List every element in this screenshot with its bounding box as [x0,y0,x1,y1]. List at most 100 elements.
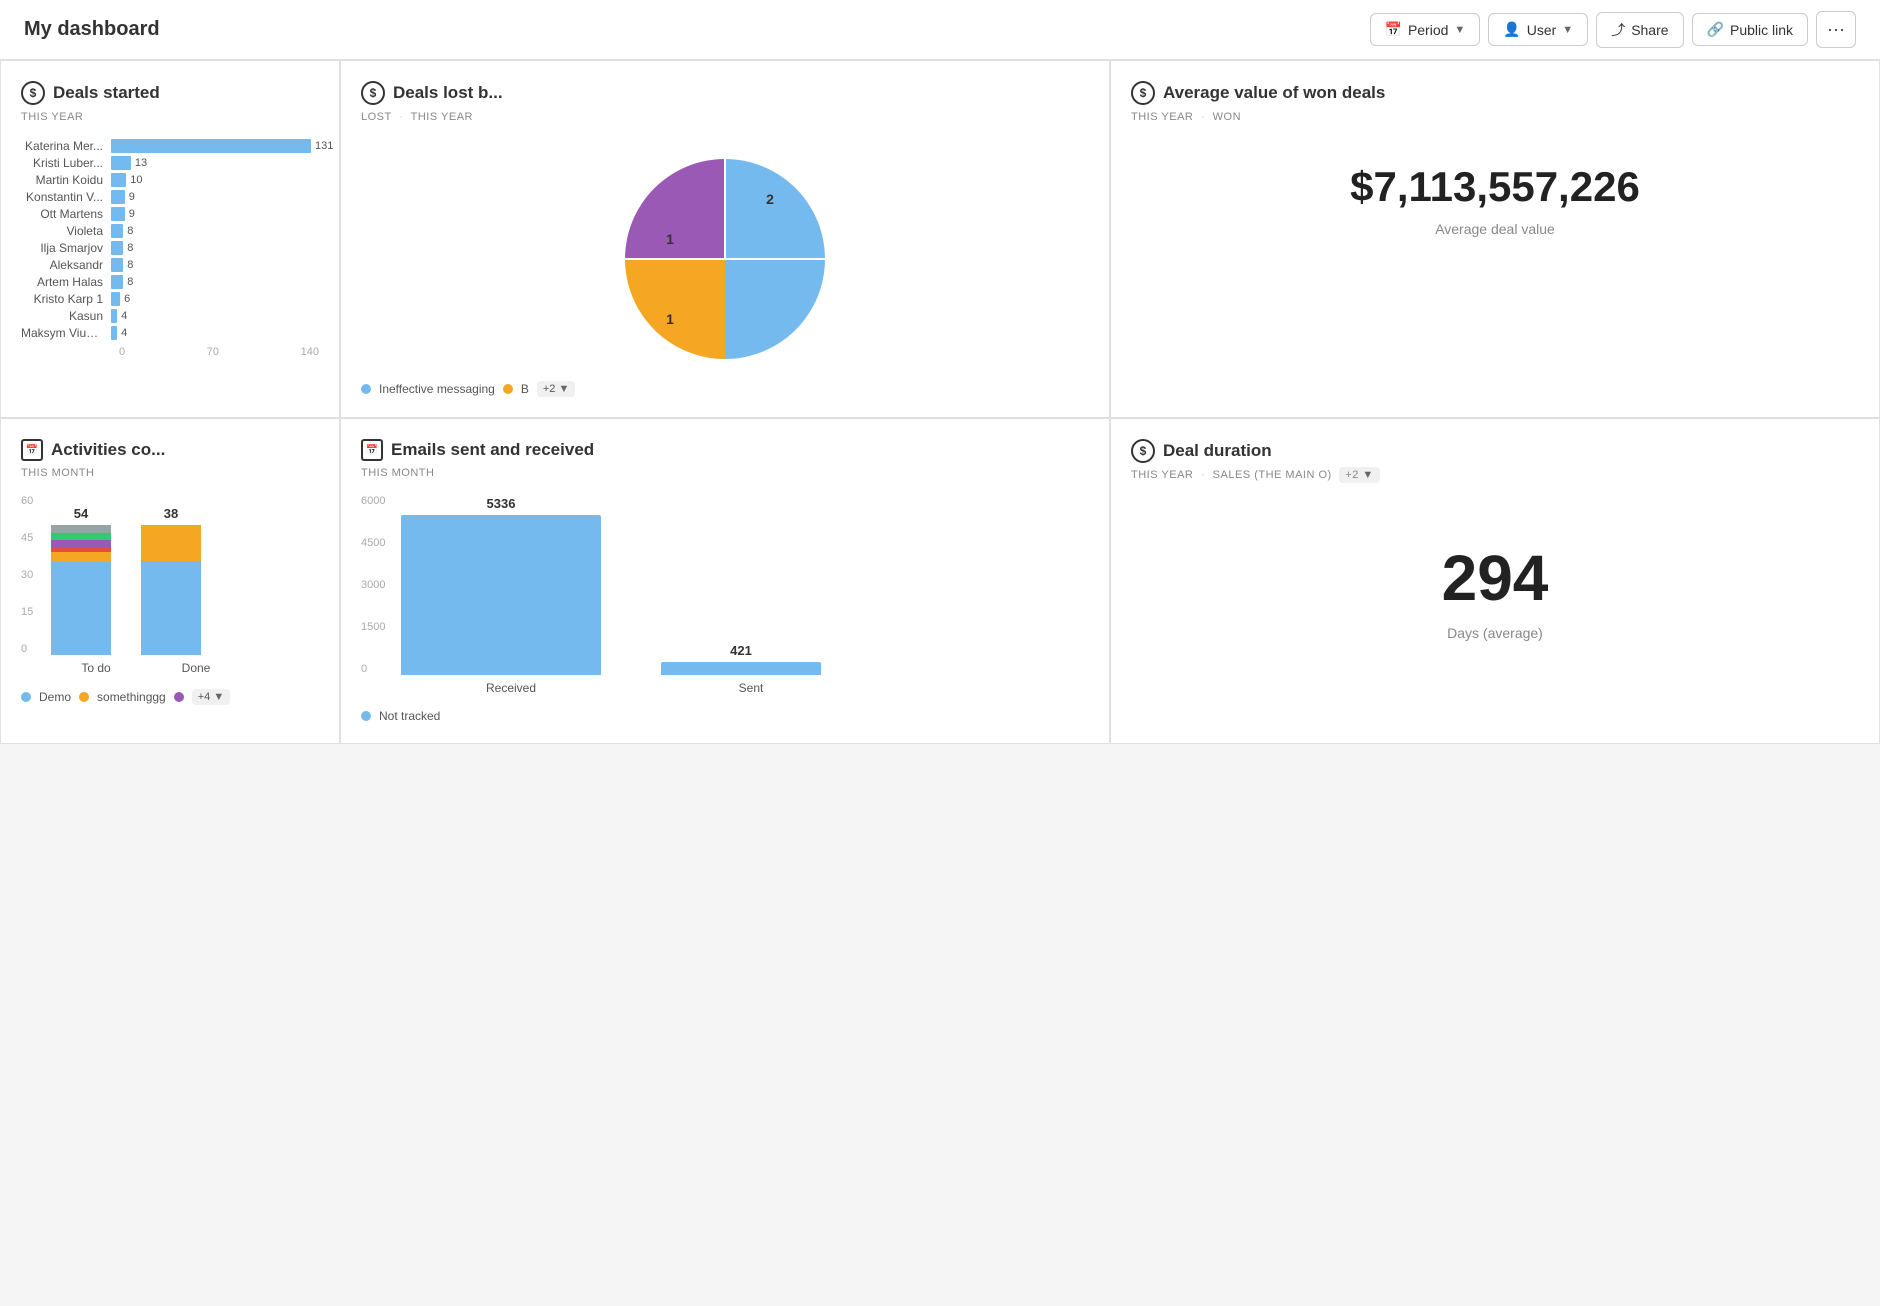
more-icon: ··· [1827,19,1845,40]
email-y-axis: 60004500300015000 [361,495,385,675]
bar-label: Konstantin V... [21,190,111,204]
widget-title: 📅 Activities co... [21,439,319,461]
deals-started-subtitle: THIS YEAR [21,111,319,123]
bar-value: 10 [130,173,340,187]
svg-text:1: 1 [666,311,674,327]
pie-chart-container: 2 1 1 [361,139,1089,369]
activities-legend: Demo somethinggg +4 ▼ [21,689,319,705]
bar-value: 8 [127,275,340,289]
bar-track: 9 [111,207,319,221]
widget-title: $ Deals started [21,81,319,105]
bar-value: 8 [127,241,340,255]
email-bar-group: 421 [661,643,821,675]
bar-fill [111,224,123,238]
bar-value: 4 [121,309,340,323]
bar-label: Martin Koidu [21,173,111,187]
email-bar-group: 5336 [401,496,601,675]
svg-text:1: 1 [666,231,674,247]
widget-avg-value: $ Average value of won deals THIS YEAR ·… [1110,60,1880,418]
bar-value: 131 [315,139,340,153]
bar-value: 13 [135,156,340,170]
bar-row: Katerina Mer... 131 [21,139,319,153]
bar-row: Maksym Viushkin 4 [21,326,319,340]
chevron-down-icon: ▼ [1562,24,1573,36]
bar-value: 4 [121,326,340,340]
bar-row: Kasun 4 [21,309,319,323]
widget-title: $ Average value of won deals [1131,81,1859,105]
period-button[interactable]: 📅 Period ▼ [1370,13,1481,46]
calendar-icon: 📅 [361,439,383,461]
header: My dashboard 📅 Period ▼ 👤 User ▼ ⤴ Share… [0,0,1880,60]
legend-dot-purple [174,692,184,702]
duration-more-button[interactable]: +2 ▼ [1339,467,1380,483]
share-button[interactable]: ⤴ Share [1596,12,1683,48]
legend-more-button[interactable]: +2 ▼ [537,381,576,397]
bar-value: 8 [127,224,340,238]
deals-started-chart: Katerina Mer... 131 Kristi Luber... 13 M… [21,139,319,340]
duration-label: Days (average) [1131,625,1859,641]
bar-label: Katerina Mer... [21,139,111,153]
chevron-down-icon: ▼ [1454,24,1465,36]
svg-text:2: 2 [766,191,774,207]
email-bar [401,515,601,675]
widget-activities: 📅 Activities co... THIS MONTH 604530150 … [0,418,340,744]
bar-value: 6 [124,292,340,306]
bar-track: 4 [111,309,319,323]
avg-value-subtitle: THIS YEAR · WON [1131,111,1859,123]
avg-value-label: Average deal value [1131,221,1859,237]
dashboard: $ Deals started THIS YEAR Katerina Mer..… [0,60,1880,744]
bar-row: Ilja Smarjov 8 [21,241,319,255]
activity-bar-group: 54 [51,506,111,655]
bar-fill [111,326,117,340]
bar-track: 131 [111,139,319,153]
chevron-down-icon: ▼ [558,383,569,395]
bar-label: Artem Halas [21,275,111,289]
dollar-icon: $ [361,81,385,105]
widget-emails: 📅 Emails sent and received THIS MONTH 60… [340,418,1110,744]
emails-legend-label: Not tracked [379,709,440,723]
public-link-button[interactable]: 🔗 Public link [1692,13,1808,46]
duration-subtitle: THIS YEAR · SALES (THE MAIN O) +2 ▼ [1131,469,1859,481]
bar-label: Maksym Viushkin [21,326,111,340]
widget-deals-started: $ Deals started THIS YEAR Katerina Mer..… [0,60,340,418]
bar-axis: 070140 [21,346,319,358]
emails-subtitle: THIS MONTH [361,467,1089,479]
bar-row: Martin Koidu 10 [21,173,319,187]
more-button[interactable]: ··· [1816,11,1856,48]
bar-label: Ott Martens [21,207,111,221]
legend-label-orange: B [521,382,529,396]
bar-row: Ott Martens 9 [21,207,319,221]
activities-more-button[interactable]: +4 ▼ [192,689,231,705]
widget-duration: $ Deal duration THIS YEAR · SALES (THE M… [1110,418,1880,744]
dollar-icon: $ [1131,439,1155,463]
email-bar [661,662,821,675]
calendar-icon: 📅 [21,439,43,461]
bar-fill [111,258,123,272]
y-axis: 604530150 [21,495,33,655]
legend-label-blue: Ineffective messaging [379,382,495,396]
bar-label: Violeta [21,224,111,238]
widget-title: 📅 Emails sent and received [361,439,1089,461]
bar-row: Kristo Karp 1 6 [21,292,319,306]
bar-track: 13 [111,156,319,170]
legend-label-something: somethinggg [97,690,166,704]
emails-legend: Not tracked [361,709,1089,723]
bar-row: Kristi Luber... 13 [21,156,319,170]
bar-label: Ilja Smarjov [21,241,111,255]
bar-fill [111,309,117,323]
bar-fill [111,173,126,187]
pie-legend: Ineffective messaging B +2 ▼ [361,381,1089,397]
duration-value: 294 [1131,541,1859,615]
bar-row: Violeta 8 [21,224,319,238]
activities-subtitle: THIS MONTH [21,467,319,479]
user-icon: 👤 [1503,21,1520,38]
bar-track: 6 [111,292,319,306]
bar-track: 9 [111,190,319,204]
bar-row: Aleksandr 8 [21,258,319,272]
bar-stack [51,525,111,655]
bar-value: 8 [127,258,340,272]
user-button[interactable]: 👤 User ▼ [1488,13,1588,46]
bar-track: 8 [111,258,319,272]
bar-track: 10 [111,173,319,187]
legend-dot-orange [503,384,513,394]
